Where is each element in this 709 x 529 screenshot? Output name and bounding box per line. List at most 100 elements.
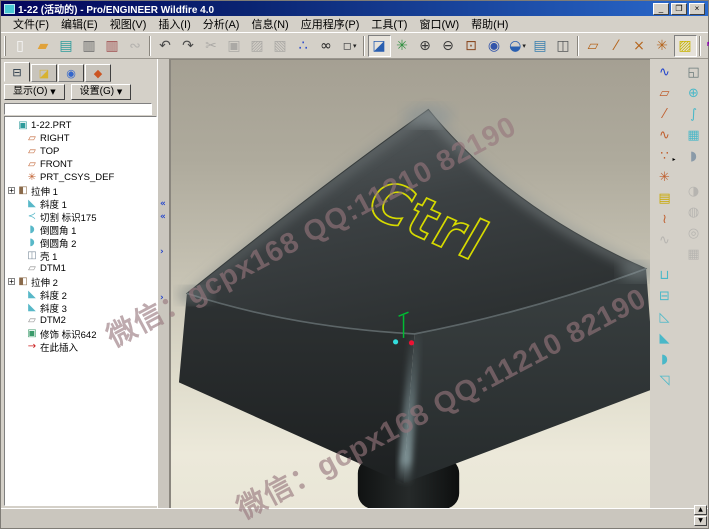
tree-item-shell[interactable]: ◫ 壳 1 bbox=[7, 249, 156, 262]
sweep-tool-button[interactable]: ∫ bbox=[682, 104, 706, 125]
menu-insert[interactable]: 插入(I) bbox=[152, 15, 196, 33]
menu-edit[interactable]: 编辑(E) bbox=[55, 15, 104, 33]
tree-item-extrude2[interactable]: + ◧ 拉伸 2 bbox=[7, 275, 156, 288]
side-toolbar-button[interactable] bbox=[682, 167, 706, 181]
spin-center-button[interactable]: ✳ bbox=[391, 35, 414, 57]
side-toolbar-button[interactable] bbox=[653, 251, 677, 265]
regenerate-button[interactable]: ∴ bbox=[292, 35, 315, 57]
tree-item-right[interactable]: ▱ RIGHT bbox=[7, 132, 156, 145]
extrude-tool-button[interactable]: ◱ bbox=[682, 62, 706, 83]
revolve-tool-button[interactable]: ⊕ bbox=[682, 83, 706, 104]
collapse-chevron[interactable]: « bbox=[160, 212, 166, 222]
print-button[interactable]: ▥ bbox=[78, 35, 101, 57]
tree-settings-button[interactable]: 设置(G) ▼ bbox=[71, 84, 132, 100]
menu-help[interactable]: 帮助(H) bbox=[465, 15, 514, 33]
tree-item-insert-here[interactable]: → 在此插入 bbox=[7, 340, 156, 353]
pattern-tool-button[interactable]: ▦ bbox=[682, 244, 706, 265]
toolbar-scroll-up-button[interactable]: ▲ bbox=[694, 505, 707, 515]
zoom-out-button[interactable]: ⊖ bbox=[437, 35, 460, 57]
folder-browser-tab[interactable]: ◪ bbox=[31, 64, 57, 82]
history-tab[interactable]: ◆ bbox=[85, 64, 111, 82]
menu-applications[interactable]: 应用程序(P) bbox=[295, 15, 366, 33]
tree-item-dtm1[interactable]: ▱ DTM1 bbox=[7, 262, 156, 275]
redo-button[interactable]: ↷ bbox=[177, 35, 200, 57]
menu-analysis[interactable]: 分析(A) bbox=[197, 15, 246, 33]
paste-special-button[interactable]: ▧ bbox=[269, 35, 292, 57]
copy-button[interactable]: ▣ bbox=[223, 35, 246, 57]
datum-plane-display-toggle[interactable]: ▱ bbox=[582, 35, 605, 57]
mirror-tool-button[interactable]: ◑ bbox=[682, 181, 706, 202]
expander-icon[interactable]: + bbox=[8, 278, 15, 285]
tree-item-part[interactable]: ▣ 1-22.PRT bbox=[7, 119, 156, 132]
view-manager-button[interactable]: ◫ bbox=[552, 35, 575, 57]
sketch-tool-button[interactable]: ∿ bbox=[653, 62, 677, 83]
toolbar-button[interactable] bbox=[575, 35, 582, 57]
menu-view[interactable]: 视图(V) bbox=[104, 15, 153, 33]
expand-chevron[interactable]: › bbox=[160, 293, 164, 303]
tree-item-top[interactable]: ▱ TOP bbox=[7, 145, 156, 158]
context-help-button[interactable]: ↖? bbox=[704, 35, 709, 57]
email-button[interactable]: ▥ bbox=[101, 35, 124, 57]
menu-window[interactable]: 窗口(W) bbox=[413, 15, 465, 33]
cut-button[interactable]: ✂ bbox=[200, 35, 223, 57]
merge-tool-button[interactable]: ◍ bbox=[682, 202, 706, 223]
draft-tool-button[interactable]: ◣ bbox=[653, 328, 677, 349]
tree-item-extrude1[interactable]: + ◧ 拉伸 1 bbox=[7, 184, 156, 197]
annotation-feature-button[interactable]: ▤ bbox=[653, 188, 677, 209]
find-button[interactable]: ∞ bbox=[315, 35, 338, 57]
cosmetic-thread-button[interactable]: ≀ bbox=[653, 209, 677, 230]
sketched-curve-button[interactable]: ∿ bbox=[653, 230, 677, 251]
datum-axis-display-toggle[interactable]: ⁄ bbox=[605, 35, 628, 57]
tree-item-draft1[interactable]: ◣ 斜度 1 bbox=[7, 197, 156, 210]
redraw-button[interactable]: ◪ bbox=[368, 35, 391, 57]
rib-tool-button[interactable]: ◺ bbox=[653, 307, 677, 328]
model-tree-tab[interactable]: ⊟ bbox=[4, 62, 30, 82]
orient-mode-button[interactable]: ◉ bbox=[483, 35, 506, 57]
toolbar-button[interactable] bbox=[697, 35, 704, 57]
erase-button[interactable]: ∾ bbox=[124, 35, 147, 57]
tree-item-dtm2[interactable]: ▱ DTM2 bbox=[7, 314, 156, 327]
menu-info[interactable]: 信息(N) bbox=[245, 15, 294, 33]
zoom-in-button[interactable]: ⊕ bbox=[414, 35, 437, 57]
tree-filter-input[interactable] bbox=[4, 103, 152, 115]
layers-button[interactable]: ▤ bbox=[529, 35, 552, 57]
selection-filter-button[interactable]: ▫▾ bbox=[338, 35, 361, 57]
datum-axis-tool-button[interactable]: ⁄ bbox=[653, 104, 677, 125]
round-tool-button[interactable]: ◗ bbox=[653, 349, 677, 370]
open-file-button[interactable]: ▰ bbox=[32, 35, 55, 57]
graphics-area[interactable]: Ctrl bbox=[170, 59, 650, 508]
toolbar-grip[interactable] bbox=[4, 36, 6, 56]
datum-csys-display-toggle[interactable]: ✳ bbox=[651, 35, 674, 57]
datum-csys-tool-button[interactable]: ✳ bbox=[653, 167, 677, 188]
menu-file[interactable]: 文件(F) bbox=[7, 15, 55, 33]
tree-item-csys[interactable]: ✳ PRT_CSYS_DEF bbox=[7, 171, 156, 184]
toolbar-button[interactable] bbox=[147, 35, 154, 57]
tree-item-cut[interactable]: ≺ 切割 标识175 bbox=[7, 210, 156, 223]
tree-item-round1[interactable]: ◗ 倒圆角 1 bbox=[7, 223, 156, 236]
toolbar-button[interactable] bbox=[361, 35, 368, 57]
hole-tool-button[interactable]: ⊔ bbox=[653, 265, 677, 286]
favorites-tab[interactable]: ◉ bbox=[58, 64, 84, 82]
style-tool-button[interactable]: ◗ bbox=[682, 146, 706, 167]
refit-button[interactable]: ⊡ bbox=[460, 35, 483, 57]
menu-tools[interactable]: 工具(T) bbox=[365, 15, 413, 33]
trim-tool-button[interactable]: ◎ bbox=[682, 223, 706, 244]
datum-curve-tool-button[interactable]: ∿ bbox=[653, 125, 677, 146]
restore-button[interactable]: ❐ bbox=[671, 3, 687, 15]
datum-point-display-toggle[interactable]: × bbox=[628, 35, 651, 57]
collapse-chevron[interactable]: « bbox=[160, 199, 166, 209]
paste-button[interactable]: ▨ bbox=[246, 35, 269, 57]
close-button[interactable]: × bbox=[689, 3, 705, 15]
boundary-blend-tool-button[interactable]: ▦ bbox=[682, 125, 706, 146]
tree-item-front[interactable]: ▱ FRONT bbox=[7, 158, 156, 171]
datum-point-tool-button[interactable]: ∵▸ bbox=[653, 146, 677, 167]
expand-chevron[interactable]: › bbox=[160, 247, 164, 257]
tree-show-button[interactable]: 显示(O) ▼ bbox=[4, 84, 65, 100]
tree-item-draft3[interactable]: ◣ 斜度 3 bbox=[7, 301, 156, 314]
tree-item-draft2[interactable]: ◣ 斜度 2 bbox=[7, 288, 156, 301]
new-file-button[interactable]: ▯ bbox=[9, 35, 32, 57]
navigator-splitter[interactable]: « « › › bbox=[157, 59, 170, 508]
tree-item-cosmetic[interactable]: ▣ 修饰 标识642 bbox=[7, 327, 156, 340]
minimize-button[interactable]: _ bbox=[653, 3, 669, 15]
toolbar-scroll-down-button[interactable]: ▼ bbox=[694, 516, 707, 526]
